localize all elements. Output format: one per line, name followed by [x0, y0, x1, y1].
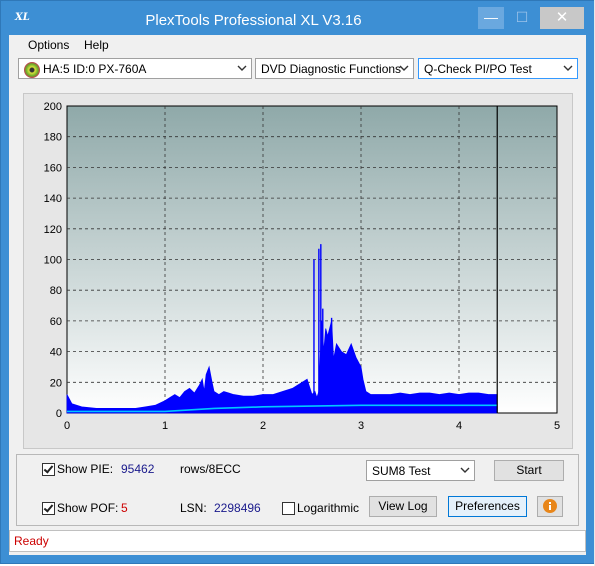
start-button[interactable]: Start: [494, 460, 564, 481]
test-select-value: Q-Check PI/PO Test: [424, 62, 532, 76]
disc-icon: [24, 62, 40, 78]
sum-test-select[interactable]: SUM8 Test: [366, 460, 475, 481]
status-text: Ready: [14, 534, 49, 548]
y-tick-label: 180: [44, 132, 62, 144]
x-tick-label: 4: [456, 420, 462, 432]
menu-options-label: Options: [28, 38, 70, 52]
app-window: XL PlexTools Professional XL V3.16 — ☐ ✕…: [0, 0, 595, 564]
minimize-button[interactable]: —: [478, 7, 504, 29]
menu-help[interactable]: Help: [84, 38, 109, 52]
title-bar[interactable]: XL PlexTools Professional XL V3.16 — ☐ ✕: [1, 1, 594, 35]
x-axis-ticks: 0 1 2 3 4 5: [64, 420, 560, 432]
y-axis-ticks: 0 20 40 60 80 100 120 140 160 180 200: [44, 101, 62, 420]
client-area: Options Help HA:5 ID:0 PX-760A DVD Diagn…: [9, 35, 586, 555]
y-tick-label: 80: [50, 285, 62, 297]
function-select[interactable]: DVD Diagnostic Functions: [255, 58, 414, 79]
y-tick-label: 0: [56, 408, 62, 420]
chevron-down-icon: [460, 467, 470, 473]
logarithmic-label: Logarithmic: [297, 501, 360, 515]
chevron-down-icon: [399, 65, 409, 71]
status-bar: Ready: [9, 530, 586, 552]
x-tick-label: 1: [162, 420, 168, 432]
y-tick-label: 160: [44, 162, 62, 174]
window-title: PlexTools Professional XL V3.16: [145, 12, 362, 29]
y-tick-label: 100: [44, 255, 62, 267]
menu-help-label: Help: [84, 38, 109, 52]
menu-options[interactable]: Options: [28, 38, 69, 52]
pie-value: 95462: [121, 462, 155, 476]
info-button[interactable]: [537, 496, 563, 517]
maximize-button[interactable]: ☐: [509, 7, 535, 29]
toolbar: HA:5 ID:0 PX-760A DVD Diagnostic Functio…: [9, 56, 586, 82]
drive-select[interactable]: HA:5 ID:0 PX-760A: [18, 58, 252, 79]
pof-value: 5: [121, 501, 128, 515]
x-tick-label: 2: [260, 420, 266, 432]
x-tick-label: 3: [358, 420, 364, 432]
chevron-down-icon: [563, 65, 573, 71]
y-tick-label: 200: [44, 101, 62, 113]
sum-test-select-value: SUM8 Test: [372, 464, 431, 478]
function-select-value: DVD Diagnostic Functions: [261, 62, 402, 76]
show-pof-checkbox[interactable]: [42, 502, 55, 515]
y-tick-label: 140: [44, 193, 62, 205]
view-log-button[interactable]: View Log: [369, 496, 437, 517]
y-tick-label: 120: [44, 224, 62, 236]
chevron-down-icon: [237, 65, 247, 71]
y-tick-label: 60: [50, 316, 62, 328]
y-tick-label: 20: [50, 377, 62, 389]
x-tick-label: 0: [64, 420, 70, 432]
logarithmic-checkbox[interactable]: [282, 502, 295, 515]
pipo-chart: 0 20 40 60 80 100 120 140 160 180 200 0 1 2 3 4 5: [44, 101, 560, 432]
preferences-button[interactable]: Preferences: [448, 496, 527, 517]
show-pie-label: Show PIE:: [57, 462, 114, 476]
pie-unit: rows/8ECC: [180, 462, 241, 476]
control-panel: Show PIE: 95462 rows/8ECC SUM8 Test Star…: [16, 454, 579, 526]
show-pof-label: Show POF:: [57, 501, 119, 515]
drive-select-value: HA:5 ID:0 PX-760A: [43, 62, 147, 76]
chart-panel: 0 20 40 60 80 100 120 140 160 180 200 0 1 2 3 4 5: [23, 93, 573, 449]
test-select[interactable]: Q-Check PI/PO Test: [418, 58, 578, 79]
show-pie-checkbox[interactable]: [42, 463, 55, 476]
lsn-value: 2298496: [214, 501, 261, 515]
lsn-label: LSN:: [180, 501, 207, 515]
y-tick-label: 40: [50, 347, 62, 359]
info-icon: [543, 499, 557, 513]
close-button[interactable]: ✕: [540, 7, 584, 29]
menu-bar: Options Help: [9, 35, 586, 55]
x-tick-label: 5: [554, 420, 560, 432]
